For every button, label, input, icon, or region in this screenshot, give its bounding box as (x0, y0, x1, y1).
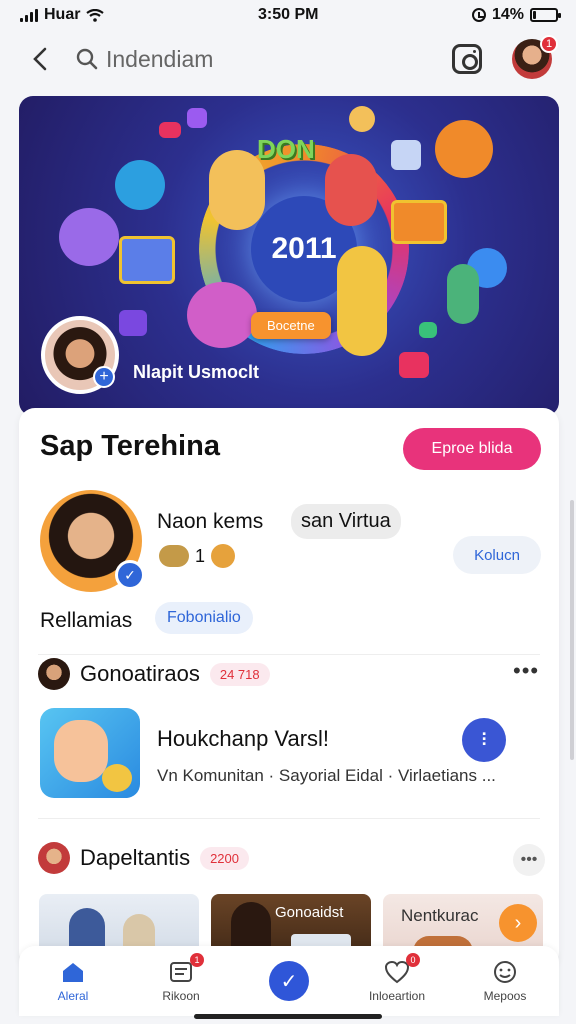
more-options-icon[interactable]: ••• (513, 658, 539, 684)
puppy-character-icon (54, 720, 108, 782)
girl-character-icon (337, 246, 387, 356)
nav-documents[interactable]: 1 Rikoon (136, 953, 226, 1003)
bear-character-icon (187, 282, 257, 348)
count-badge: 24 718 (209, 662, 270, 686)
bottom-nav: Aleral 1 Rikoon ✓ 0 Inloeartion Mepoos (19, 946, 559, 1016)
audio-button[interactable]: ⫶ (462, 718, 506, 762)
girl-character-icon (325, 154, 377, 226)
nav-label: Aleral (57, 989, 89, 1003)
create-icon: ✓ (269, 961, 309, 1001)
profile-card: Sap Terehina Eproe blida ✓ Naon kems san… (19, 408, 559, 968)
follow-button[interactable]: Eproe blida (403, 428, 541, 470)
group-meta: Vn Komunitan · Sayorial Eidal · Virlaeti… (157, 766, 496, 785)
search-icon (76, 48, 98, 70)
thumbnail-label: Nentkurac (401, 906, 479, 925)
emoji-count: 1 (195, 545, 206, 566)
back-button[interactable] (24, 43, 56, 75)
bread-icon (159, 545, 189, 567)
section-deals-header: Dapeltantis 2200 (38, 842, 249, 874)
count-badge: 2200 (200, 846, 249, 870)
nav-information[interactable]: 0 Inloeartion (352, 953, 442, 1003)
girl-character-icon (209, 150, 265, 230)
nav-label: Inloeartion (368, 989, 426, 1003)
column-button[interactable]: Kolucn (453, 536, 541, 574)
plus-icon[interactable]: + (93, 366, 115, 388)
divider (38, 818, 540, 819)
section-title: Gonoatiraos (80, 661, 200, 686)
hero-banner[interactable]: 2011 DON Bocetne + Nlapit Usmoclt (19, 96, 559, 416)
wifi-icon (86, 8, 105, 22)
status-time: 3:50 PM (257, 6, 319, 23)
photo-frame-icon (391, 200, 447, 244)
shape-icon (419, 322, 437, 338)
notification-badge: 1 (540, 35, 558, 53)
carrier-label: Huar (44, 6, 81, 23)
page-title: Sap Terehina (40, 430, 220, 462)
nav-label: Mepoos (483, 989, 527, 1003)
character-icon (59, 208, 119, 266)
instagram-icon[interactable] (452, 44, 482, 74)
shape-icon (187, 108, 207, 128)
divider (38, 654, 540, 655)
nav-home[interactable]: Aleral (28, 959, 118, 1003)
emoji-row: 1 (159, 544, 236, 568)
music-icon (391, 140, 421, 170)
user-name: Naon kems (157, 510, 264, 533)
scrollbar[interactable] (570, 500, 574, 760)
character-icon (115, 160, 165, 210)
banner-badge-text: DON (257, 134, 315, 164)
more-options-icon[interactable]: ••• (513, 844, 545, 876)
arrow-right-icon[interactable]: › (499, 904, 537, 942)
relation-label: Rellamias (40, 609, 133, 632)
alarm-icon (471, 8, 486, 22)
shape-icon (119, 310, 147, 336)
search-input[interactable]: Indendiam (106, 46, 213, 73)
group-thumbnail[interactable] (40, 708, 140, 798)
banner-profile-name: Nlapit Usmoclt (133, 362, 260, 382)
emoji-icon (102, 764, 132, 792)
nav-create[interactable]: ✓ (244, 961, 334, 1001)
character-icon (435, 120, 493, 178)
avatar (38, 658, 70, 690)
nav-label: Rikoon (162, 989, 200, 1003)
photo-frame-icon (119, 236, 175, 284)
status-bar: Huar 3:50 PM 14% (0, 0, 576, 30)
notification-badge: 0 (406, 953, 420, 967)
search-bar[interactable]: Indendiam (76, 46, 452, 73)
avatar[interactable]: 1 (512, 35, 558, 79)
battery-icon (529, 8, 561, 22)
thumbnail-label: Gonoaidst (275, 904, 344, 921)
smile-chat-icon (492, 959, 518, 985)
top-nav: Indendiam 1 (0, 34, 576, 84)
heart-icon (399, 352, 429, 378)
nav-messages[interactable]: Mepoos (460, 959, 550, 1003)
banner-button[interactable]: Bocetne (251, 312, 331, 339)
relation-chip[interactable]: Fobonialio (155, 602, 253, 634)
character-icon (447, 264, 479, 324)
virtual-chip[interactable]: san Virtua (291, 504, 401, 539)
section-connections-header: Gonoatiraos 24 718 (38, 658, 270, 690)
chevron-left-icon (33, 47, 47, 71)
heart-icon (159, 122, 181, 138)
notification-badge: 1 (190, 953, 204, 967)
character-icon (349, 106, 375, 132)
group-title[interactable]: Houkchanp Varsl! (157, 726, 329, 752)
home-indicator (194, 1014, 382, 1019)
section-title: Dapeltantis (80, 845, 191, 870)
verified-icon: ✓ (115, 560, 145, 590)
cookie-icon (211, 544, 236, 568)
battery-percent: 14% (491, 6, 524, 23)
avatar (38, 842, 70, 874)
signal-icon (20, 8, 38, 22)
home-icon (60, 959, 86, 985)
